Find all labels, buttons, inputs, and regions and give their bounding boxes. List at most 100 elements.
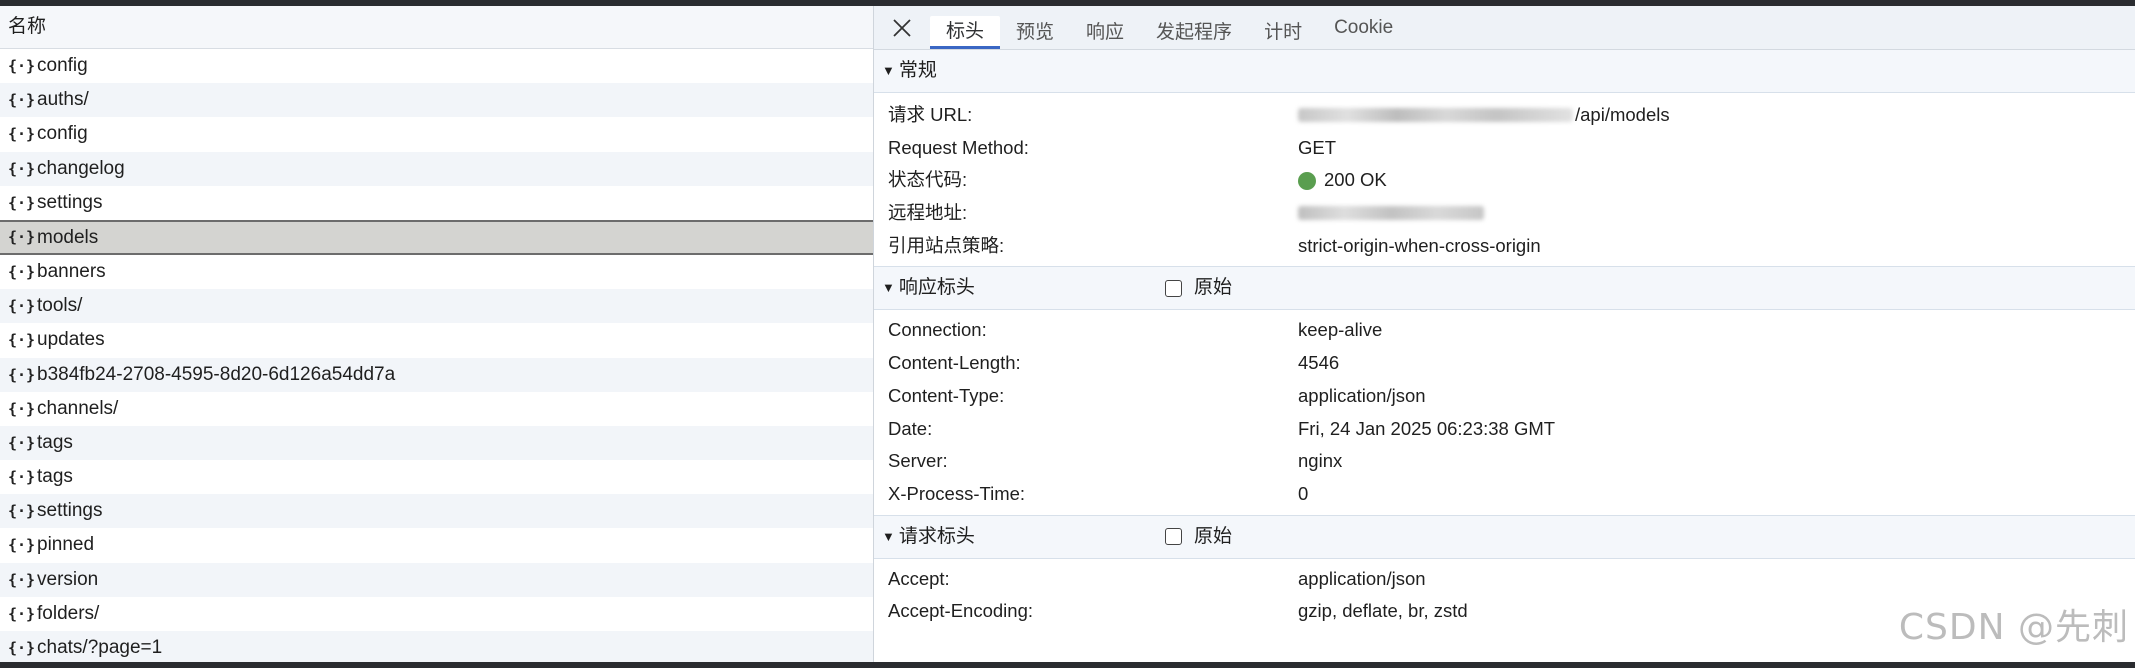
json-braces-icon: {·}: [8, 365, 36, 384]
status-code-value: 200 OK: [1324, 169, 1387, 191]
json-braces-icon: {·}: [8, 639, 36, 657]
request-row[interactable]: {·} config: [0, 49, 873, 83]
bottom-window-bar: [0, 662, 2135, 668]
request-row[interactable]: {·} chats/?page=1: [0, 631, 873, 662]
request-name: auths/: [37, 89, 89, 111]
status-code-label: 状态代码:: [888, 169, 968, 191]
request-row[interactable]: {·} auths/: [0, 83, 873, 118]
tab-timing[interactable]: 计时: [1248, 17, 1318, 49]
close-details-button[interactable]: [874, 6, 930, 49]
request-name: config: [37, 55, 88, 76]
request-row[interactable]: {·} changelog: [0, 151, 873, 186]
request-row[interactable]: {·} folders/: [0, 597, 873, 631]
json-braces-icon: {·}: [8, 227, 36, 246]
request-name: settings: [37, 191, 103, 213]
request-row[interactable]: {·} version: [0, 562, 873, 597]
header-key: Accept:: [888, 567, 950, 589]
request-name: banners: [37, 260, 106, 282]
raw-label: 原始: [1194, 525, 1233, 547]
tab-initiator[interactable]: 发起程序: [1140, 17, 1248, 49]
json-braces-icon: {·}: [8, 570, 36, 589]
header-row: Content-Length: 4546: [874, 347, 2135, 380]
redacted-remote-address: [1298, 206, 1484, 221]
request-method-label: Request Method:: [888, 136, 1029, 158]
request-name: updates: [37, 329, 105, 351]
name-column-header[interactable]: 名称: [0, 6, 873, 49]
header-row: X-Process-Time: 0: [874, 478, 2135, 511]
collapse-triangle-icon: ▼: [882, 528, 895, 544]
general-section-header[interactable]: ▼ 常规: [874, 50, 2135, 93]
header-row: Date: Fri, 24 Jan 2025 06:23:38 GMT: [874, 413, 2135, 446]
tab-response[interactable]: 响应: [1070, 17, 1140, 49]
request-name: chats/?page=1: [37, 637, 163, 658]
header-value: application/json: [1298, 384, 1426, 406]
header-row: Content-Type: application/json: [874, 380, 2135, 413]
request-headers-title: 请求标头: [898, 525, 975, 547]
request-row[interactable]: {·} settings: [0, 186, 873, 220]
json-braces-icon: {·}: [8, 125, 36, 144]
remote-address-row: 远程地址:: [874, 197, 2135, 230]
json-braces-icon: {·}: [8, 468, 36, 487]
redacted-host: [1298, 108, 1573, 123]
response-headers-title: 响应标头: [898, 277, 975, 299]
request-row[interactable]: {·} pinned: [0, 528, 873, 562]
json-braces-icon: {·}: [8, 193, 36, 212]
request-list-panel: 名称 {·} config {·} auths/{·} config {·} changel…: [0, 6, 874, 662]
header-value: 4546: [1298, 352, 1340, 374]
collapse-triangle-icon: ▼: [882, 280, 895, 296]
header-key: Content-Type:: [888, 384, 1005, 406]
status-ok-icon: [1298, 171, 1316, 190]
request-name: version: [37, 568, 99, 590]
header-row: Connection: keep-alive: [874, 314, 2135, 347]
request-row[interactable]: {·} updates: [0, 323, 873, 357]
watermark: CSDN @先刺: [1898, 607, 2129, 648]
referrer-policy-row: 引用站点策略: strict-origin-when-cross-origin: [874, 230, 2135, 263]
json-braces-icon: {·}: [8, 262, 36, 281]
json-braces-icon: {·}: [8, 536, 36, 555]
response-headers-section-header[interactable]: ▼ 响应标头 原始: [874, 266, 2135, 311]
header-key: Accept-Encoding:: [888, 600, 1034, 622]
raw-label: 原始: [1194, 277, 1233, 299]
header-value: 0: [1298, 482, 1309, 504]
json-braces-icon: {·}: [8, 604, 36, 623]
request-raw-toggle[interactable]: 原始: [1165, 516, 1232, 558]
raw-checkbox[interactable]: [1165, 528, 1182, 546]
request-name: changelog: [37, 157, 125, 179]
header-value: keep-alive: [1298, 319, 1383, 341]
request-row[interactable]: {·} config: [0, 117, 873, 151]
request-row[interactable]: {·} b384fb24-2708-4595-8d20-6d126a54dd7a: [0, 357, 873, 392]
request-row[interactable]: {·} banners: [0, 255, 873, 289]
tab-cookie[interactable]: Cookie: [1318, 17, 1409, 49]
request-name: config: [37, 123, 88, 145]
request-method-value: GET: [1298, 136, 1337, 158]
raw-checkbox[interactable]: [1165, 279, 1182, 297]
response-headers-body: Connection: keep-alive Content-Length: 4546…: [874, 310, 2135, 514]
response-raw-toggle[interactable]: 原始: [1165, 267, 1232, 309]
json-braces-icon: {·}: [8, 331, 36, 350]
request-name: pinned: [37, 534, 95, 556]
request-name: models: [37, 226, 99, 248]
request-row[interactable]: {·} tags: [0, 460, 873, 494]
request-row[interactable]: {·} settings: [0, 494, 873, 529]
request-headers-section-header[interactable]: ▼ 请求标头 原始: [874, 514, 2135, 559]
request-row[interactable]: {·} tools/: [0, 289, 873, 324]
request-row[interactable]: {·} tags: [0, 425, 873, 461]
close-icon: [893, 18, 911, 37]
request-name: tags: [37, 466, 73, 488]
request-row[interactable]: {·} channels/: [0, 392, 873, 426]
request-row[interactable]: {·} models: [0, 219, 873, 255]
header-value: gzip, deflate, br, zstd: [1298, 600, 1468, 622]
request-details-panel: 标头 预览 响应 发起程序 计时 Cookie ▼ 常规 请求 URL: /ap…: [874, 6, 2135, 662]
json-braces-icon: {·}: [8, 502, 36, 521]
header-key: Server:: [888, 450, 948, 472]
remote-address-label: 远程地址:: [888, 202, 968, 224]
status-code-row: 状态代码: 200 OK: [874, 164, 2135, 197]
tab-headers[interactable]: 标头: [930, 16, 1001, 49]
header-key: Date:: [888, 417, 933, 439]
json-braces-icon: {·}: [8, 297, 36, 316]
header-value: Fri, 24 Jan 2025 06:23:38 GMT: [1298, 417, 1556, 439]
request-name: tags: [37, 431, 73, 453]
json-braces-icon: {·}: [8, 91, 36, 110]
tab-preview[interactable]: 预览: [1000, 17, 1070, 49]
header-value: nginx: [1298, 450, 1343, 472]
